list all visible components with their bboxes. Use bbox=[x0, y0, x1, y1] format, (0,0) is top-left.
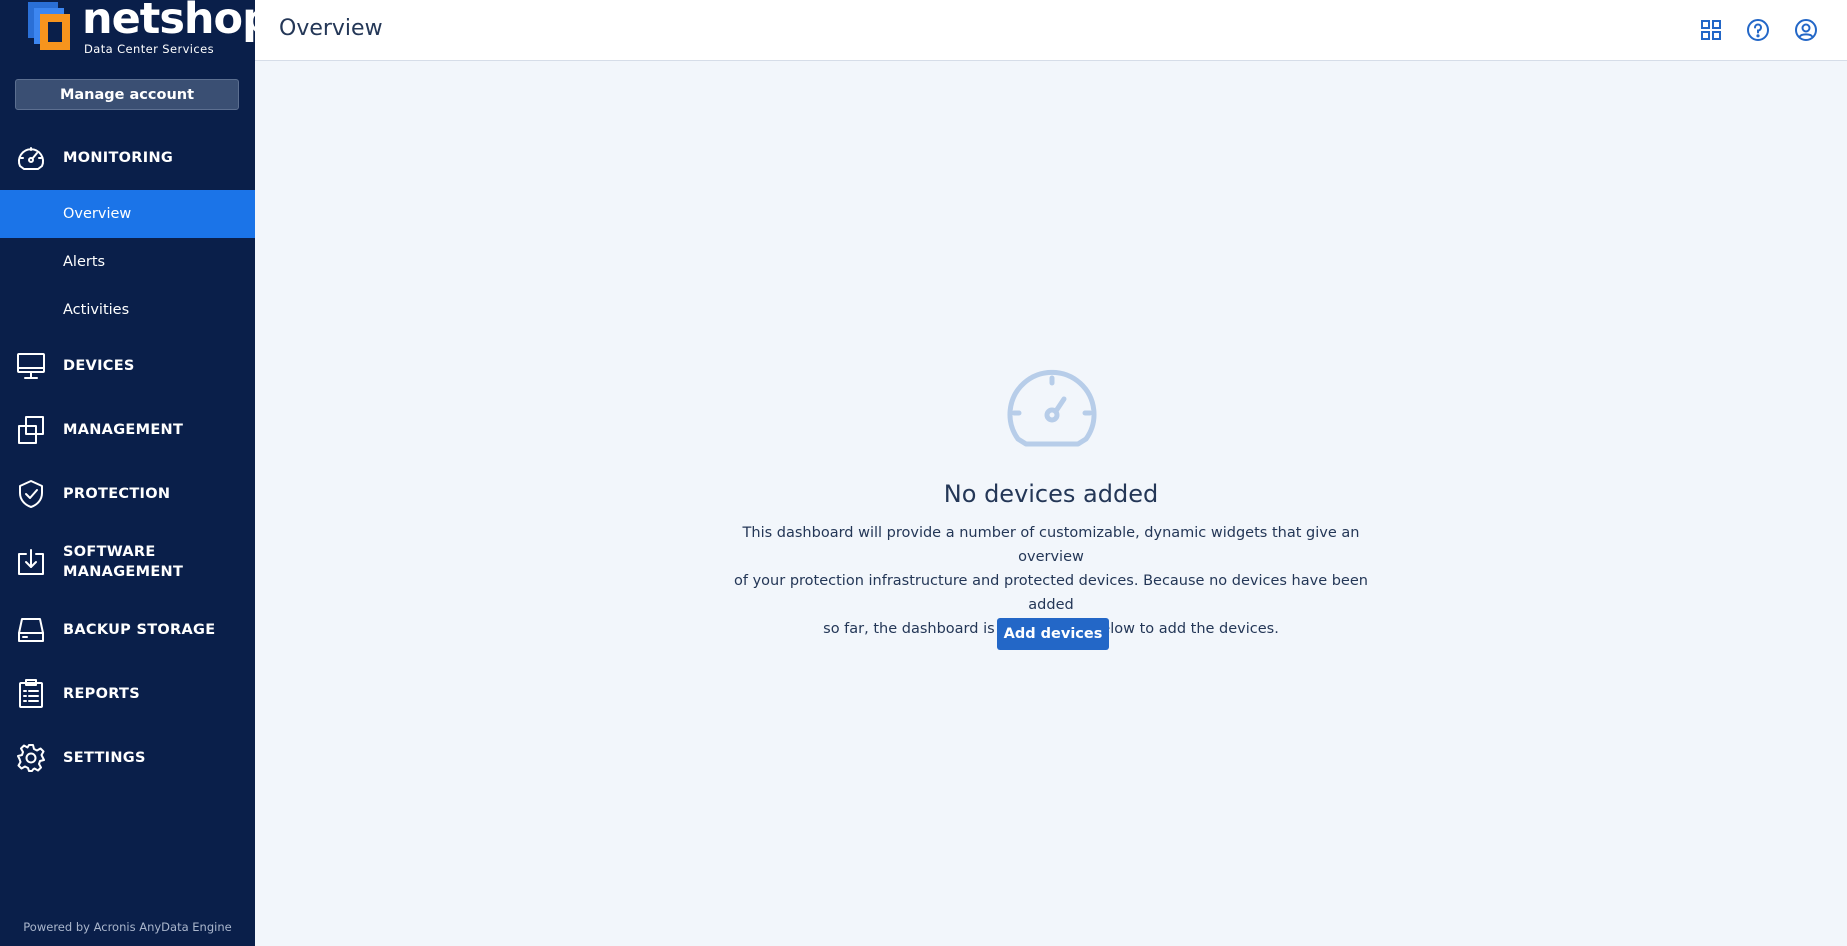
sidebar-item-devices[interactable]: DEVICES bbox=[0, 346, 255, 386]
description-line-1: This dashboard will provide a number of … bbox=[742, 525, 1360, 565]
download-box-icon bbox=[14, 545, 48, 579]
sidebar-item-monitoring[interactable]: MONITORING bbox=[0, 138, 255, 178]
sidebar-item-backup-storage[interactable]: BACKUP STORAGE bbox=[0, 610, 255, 650]
clipboard-icon bbox=[14, 677, 48, 711]
add-devices-button[interactable]: Add devices bbox=[997, 618, 1109, 650]
header-bar: Overview bbox=[255, 0, 1847, 61]
sidebar-label-monitoring: MONITORING bbox=[63, 150, 174, 166]
help-icon[interactable] bbox=[1745, 17, 1771, 43]
sidebar-item-overview[interactable]: Overview bbox=[0, 190, 255, 238]
monitor-icon bbox=[14, 349, 48, 383]
sidebar-item-alerts[interactable]: Alerts bbox=[0, 238, 255, 286]
sidebar-label-devices: DEVICES bbox=[63, 358, 135, 374]
sidebar-label-backup-storage: BACKUP STORAGE bbox=[63, 622, 216, 638]
sidebar-item-software-management[interactable]: SOFTWARE MANAGEMENT bbox=[0, 542, 255, 582]
netshop-logo-icon bbox=[28, 2, 70, 50]
page-title: Overview bbox=[279, 16, 383, 41]
shield-icon bbox=[14, 477, 48, 511]
sidebar-label-software-management: SOFTWARE MANAGEMENT bbox=[63, 542, 183, 582]
user-icon[interactable] bbox=[1793, 17, 1819, 43]
sidebar-label-software-line1: SOFTWARE bbox=[63, 544, 156, 560]
sidebar-label-management: MANAGEMENT bbox=[63, 422, 184, 438]
dashboard-gauge-icon bbox=[1007, 369, 1097, 447]
manage-account-button[interactable]: Manage account bbox=[15, 79, 239, 110]
grid-icon[interactable] bbox=[1698, 17, 1724, 43]
sidebar-label-reports: REPORTS bbox=[63, 686, 140, 702]
powered-by-footer: Powered by Acronis AnyData Engine bbox=[23, 920, 232, 934]
sidebar-label-settings: SETTINGS bbox=[63, 750, 146, 766]
sidebar-item-settings[interactable]: SETTINGS bbox=[0, 738, 255, 778]
sidebar-item-protection[interactable]: PROTECTION bbox=[0, 474, 255, 514]
sidebar: netshop Data Center Services Manage acco… bbox=[0, 0, 273, 946]
gauge-icon bbox=[14, 141, 48, 175]
sidebar-item-activities[interactable]: Activities bbox=[0, 286, 255, 334]
empty-state-heading: No devices added bbox=[943, 480, 1159, 508]
gear-icon bbox=[14, 741, 48, 775]
description-line-2: of your protection infrastructure and pr… bbox=[734, 573, 1368, 613]
brand-logo[interactable]: netshop Data Center Services bbox=[26, 0, 273, 58]
sidebar-label-protection: PROTECTION bbox=[63, 486, 171, 502]
sidebar-label-software-line2: MANAGEMENT bbox=[63, 564, 184, 580]
sidebar-item-reports[interactable]: REPORTS bbox=[0, 674, 255, 714]
sidebar-item-management[interactable]: MANAGEMENT bbox=[0, 410, 255, 450]
empty-state: No devices added This dashboard will pro… bbox=[255, 61, 1847, 946]
copy-icon bbox=[14, 413, 48, 447]
brand-tagline: Data Center Services bbox=[84, 42, 214, 56]
brand-name: netshop bbox=[82, 0, 273, 44]
storage-drive-icon bbox=[14, 613, 48, 647]
